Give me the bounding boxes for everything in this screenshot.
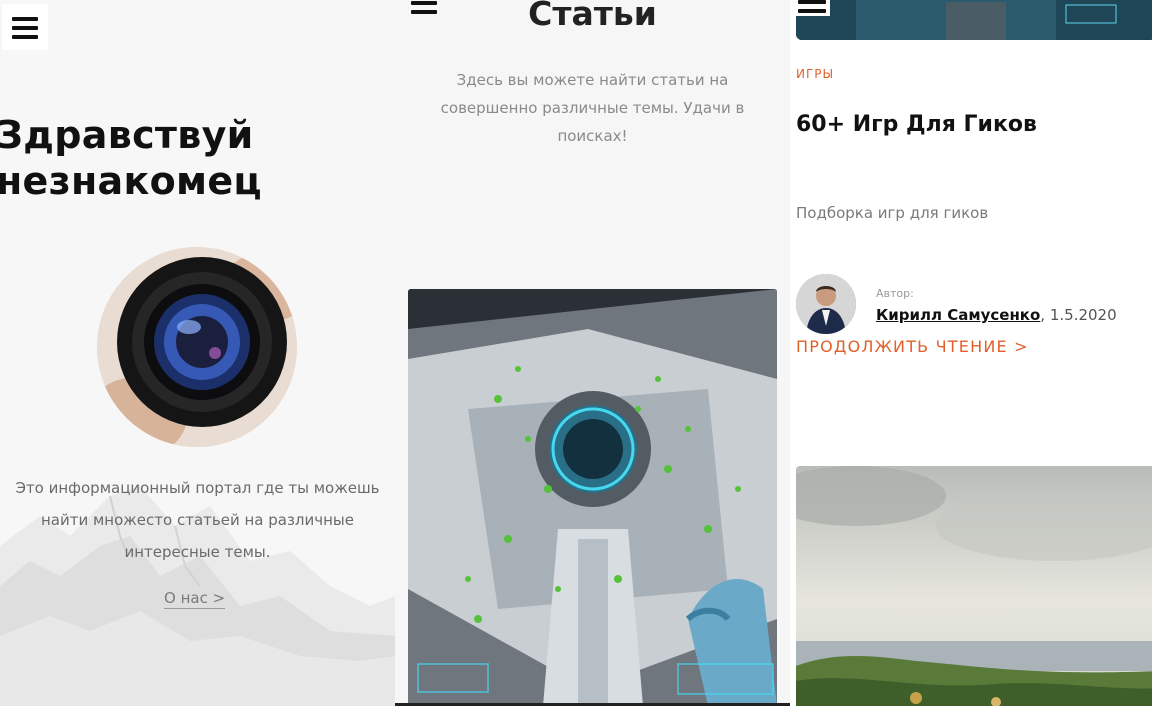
articles-description: Здесь вы можете найти статьи на совершен… [440, 71, 745, 145]
articles-title: Статьи [528, 0, 657, 33]
hero-title-line2: незнакомец [0, 159, 262, 203]
author-label: Автор: [876, 287, 914, 300]
menu-icon [12, 17, 38, 21]
intro-text: Это информационный портал где ты можешь … [15, 479, 380, 561]
article-date: , 1.5.2020 [1040, 306, 1117, 324]
landscape-article-image[interactable] [796, 466, 1152, 706]
menu-button[interactable] [2, 4, 48, 50]
hero-title-line1: Здравствуй [0, 113, 254, 157]
menu-icon [798, 0, 826, 4]
camera-lens-image [97, 247, 297, 447]
articles-panel: Статьи Здесь вы можете найти статьи на с… [395, 0, 790, 706]
article-card-panel: ИГРЫ 60+ Игр Для Гиков Подборка игр для … [790, 0, 1152, 706]
article-title[interactable]: 60+ Игр Для Гиков [796, 112, 1037, 137]
author-name-link[interactable]: Кирилл Самусенко [876, 306, 1040, 324]
author-line: Кирилл Самусенко, 1.5.2020 [876, 306, 1117, 324]
article-subtitle: Подборка игр для гиков [796, 204, 989, 222]
article-category[interactable]: ИГРЫ [796, 67, 834, 81]
read-more-link[interactable]: ПРОДОЛЖИТЬ ЧТЕНИЕ > [796, 337, 1029, 356]
top-article-image[interactable] [796, 0, 1152, 40]
hero-title: Здравствуй незнакомец [0, 112, 262, 204]
menu-button[interactable] [794, 0, 830, 16]
game-article-image[interactable] [408, 289, 777, 706]
hero-panel: Здравствуй незнакомец Это информационный… [0, 0, 395, 706]
author-avatar [796, 274, 856, 334]
about-link[interactable]: О нас > [164, 589, 226, 609]
